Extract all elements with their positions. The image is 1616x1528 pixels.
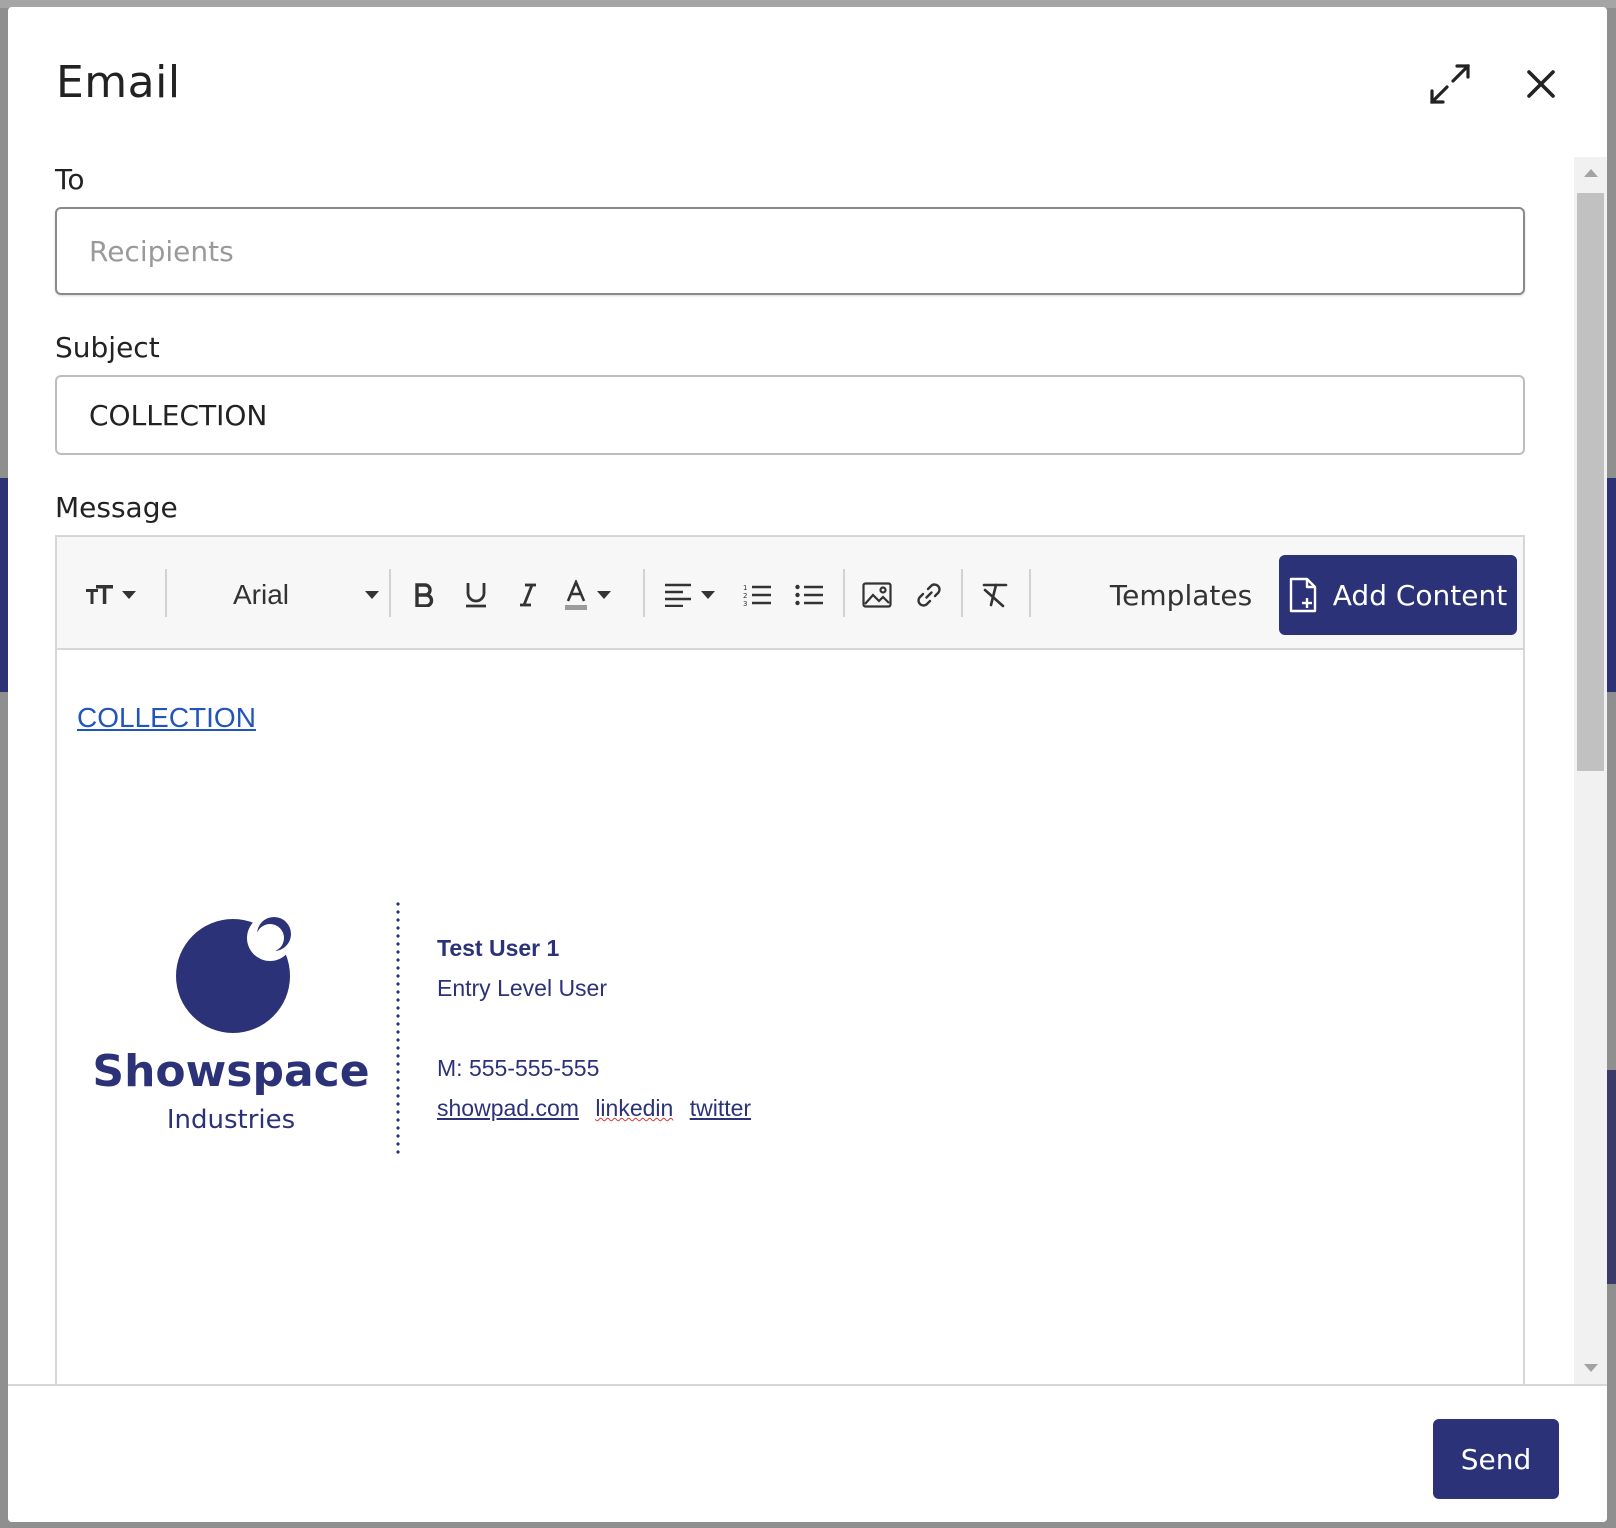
toolbar-divider [1029,569,1031,617]
modal-header: Email [8,7,1607,157]
svg-text:3: 3 [743,600,747,607]
subject-label: Subject [55,331,160,364]
editor-toolbar: Arial 1 2 3 Templates Add Content [57,537,1523,650]
toolbar-divider [165,569,167,617]
signature-name: Test User 1 [437,935,560,961]
message-body[interactable]: COLLECTION Showspace Industries Test Use… [57,650,1523,1384]
bullet-list-icon [795,584,823,606]
image-icon [862,582,892,608]
ordered-list-icon: 1 2 3 [743,584,771,607]
align-left-icon [665,583,691,607]
modal-footer: Send [8,1384,1607,1522]
signature-phone: M: 555-555-555 [437,1055,600,1081]
italic-button[interactable] [507,565,549,625]
signature-links: showpad.com linkedin twitter [437,1088,761,1128]
expand-icon [1430,64,1470,104]
toolbar-divider [961,569,963,617]
scroll-up-icon[interactable] [1584,169,1598,177]
signature-divider [396,900,400,1158]
scroll-down-icon[interactable] [1584,1364,1598,1372]
signature-role: Entry Level User [437,975,608,1001]
to-label: To [55,163,85,196]
chevron-down-icon [701,591,715,599]
chevron-down-icon [365,591,379,599]
add-content-label: Add Content [1332,578,1508,612]
italic-icon [520,583,536,607]
backdrop-banner-left [0,478,8,692]
chevron-down-icon [122,591,136,599]
toolbar-divider [389,569,391,617]
align-button[interactable] [661,565,719,625]
font-color-icon [565,580,587,610]
scrollbar[interactable] [1574,157,1607,1384]
font-family-value: Arial [233,579,290,610]
chevron-down-icon [597,591,611,599]
insert-image-button[interactable] [855,565,899,625]
subject-input[interactable] [55,375,1525,455]
send-button[interactable]: Send [1433,1419,1559,1499]
bold-icon [415,583,434,607]
scrollbar-thumb[interactable] [1577,193,1604,771]
modal-content[interactable]: To Subject Message Arial [8,157,1607,1384]
website-link[interactable]: showpad.com [437,1095,579,1121]
templates-button[interactable]: Templates [1110,565,1252,625]
add-file-icon [1289,577,1316,613]
bold-button[interactable] [403,565,445,625]
clear-format-icon [982,583,1008,608]
twitter-link[interactable]: twitter [690,1095,751,1121]
insert-link-button[interactable] [907,565,951,625]
expand-button[interactable] [1423,57,1477,111]
company-subname: Industries [167,1105,295,1135]
svg-text:2: 2 [743,592,747,600]
text-size-button[interactable] [81,565,141,625]
message-editor: Arial 1 2 3 Templates Add Content COLLEC… [55,535,1525,1384]
close-button[interactable] [1514,57,1568,111]
underline-icon [466,583,486,608]
linkedin-link[interactable]: linkedin [595,1095,673,1121]
add-content-button[interactable]: Add Content [1279,555,1517,635]
close-icon [1527,70,1555,98]
modal-title: Email [56,57,181,108]
backdrop-image-right [1606,1070,1616,1284]
ordered-list-button[interactable]: 1 2 3 [737,565,777,625]
font-family-select[interactable]: Arial [229,565,381,625]
signature-details: Test User 1 Entry Level User M: 555-555-… [437,928,761,1128]
clear-formatting-button[interactable] [973,565,1017,625]
company-logo: Showspace Industries [87,915,377,1146]
toolbar-divider [843,569,845,617]
toolbar-divider [643,569,645,617]
font-color-button[interactable] [557,565,619,625]
text-size-icon [86,585,113,604]
svg-text:1: 1 [743,584,747,592]
bullet-list-button[interactable] [789,565,829,625]
email-modal: Email To Subject Message [8,7,1607,1522]
email-signature: Showspace Industries Test User 1 Entry L… [87,900,887,1170]
backdrop-banner-right [1606,478,1616,692]
message-label: Message [55,491,178,524]
collection-link[interactable]: COLLECTION [77,702,256,734]
underline-button[interactable] [455,565,497,625]
link-icon [917,583,941,607]
company-name: Showspace [92,1046,369,1097]
recipients-input[interactable] [55,207,1525,295]
